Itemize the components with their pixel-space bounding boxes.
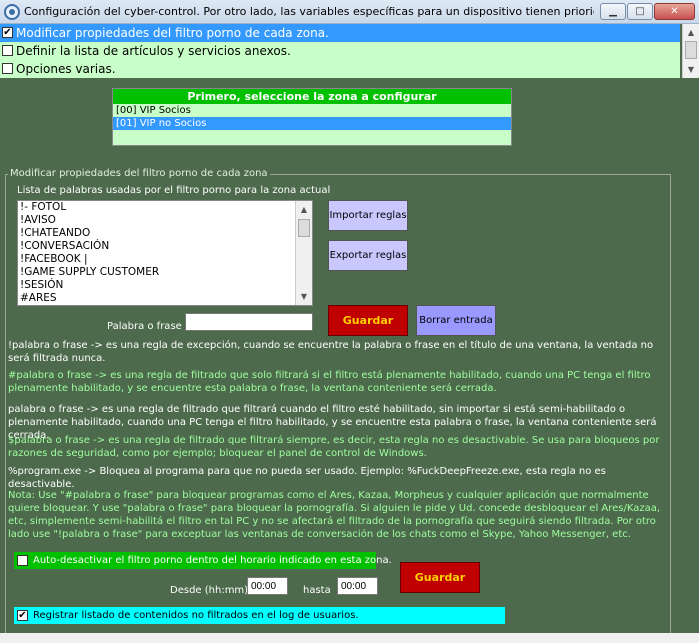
scroll-down-icon[interactable]: ▼ <box>683 61 699 78</box>
rule-always-filter: $palabra o frase -> es una regla de filt… <box>8 435 660 459</box>
scroll-down-icon[interactable]: ▼ <box>296 288 312 305</box>
save-rule-button[interactable]: Guardar <box>328 305 408 336</box>
from-time-input[interactable] <box>247 577 288 595</box>
rule-full-filter: #palabra o frase -> es una regla de filt… <box>8 370 651 394</box>
zone-item[interactable]: [00] VIP Socios <box>113 104 511 117</box>
list-item[interactable]: !CHATEANDO <box>18 227 312 240</box>
option-label: Opciones varias. <box>16 62 116 76</box>
word-list-label: Lista de palabras usadas por el filtro p… <box>17 185 331 196</box>
option-articles-checkbox[interactable] <box>2 45 13 56</box>
list-item[interactable]: !CONVERSACIÓN <box>18 240 312 253</box>
minimize-button[interactable]: ▁ <box>600 3 626 20</box>
to-label: hasta <box>303 585 331 596</box>
phrase-input[interactable] <box>185 313 313 331</box>
option-label: Definir la lista de artículos y servicio… <box>16 44 291 58</box>
log-option[interactable]: ✔ Registrar listado de contenidos no fil… <box>14 607 505 624</box>
group-legend: Modificar propiedades del filtro porno d… <box>8 168 270 179</box>
app-icon <box>4 4 20 20</box>
phrase-label: Palabra o frase <box>107 321 182 332</box>
auto-disable-checkbox[interactable] <box>17 555 28 566</box>
list-item[interactable]: !AVISO <box>18 214 312 227</box>
close-button[interactable]: ✕ <box>654 3 695 20</box>
list-item[interactable]: !FACEBOOK | <box>18 253 312 266</box>
maximize-button[interactable]: □ <box>627 3 653 20</box>
rule-exception: !palabra o frase -> es una regla de exce… <box>8 340 654 364</box>
zone-selector: Primero, seleccione la zona a configurar… <box>112 88 512 146</box>
save-schedule-button[interactable]: Guardar <box>400 562 480 593</box>
from-label: Desde (hh:mm) <box>170 585 249 596</box>
log-checkbox[interactable]: ✔ <box>17 610 28 621</box>
auto-disable-label: Auto-desactivar el filtro porno dentro d… <box>33 555 392 566</box>
options-scrollbar[interactable]: ▲ ▼ <box>682 24 699 78</box>
scroll-thumb[interactable] <box>298 219 310 237</box>
option-filter-checkbox[interactable]: ✔ <box>2 27 13 38</box>
list-item[interactable]: !- FOTOL <box>18 201 312 214</box>
list-item[interactable]: !GAME SUPPLY CUSTOMER <box>18 266 312 279</box>
word-list-scrollbar[interactable]: ▲ ▼ <box>295 201 312 305</box>
list-item[interactable]: !SESIÓN <box>18 279 312 292</box>
option-filter-properties[interactable]: ✔ Modificar propiedades del filtro porno… <box>0 24 680 42</box>
window-bottom-edge <box>0 633 699 643</box>
zone-header: Primero, seleccione la zona a configurar <box>113 89 511 104</box>
option-misc[interactable]: Opciones varias. <box>0 60 680 78</box>
delete-entry-button[interactable]: Borrar entrada <box>416 305 496 336</box>
options-list: ✔ Modificar propiedades del filtro porno… <box>0 24 680 78</box>
option-label: Modificar propiedades del filtro porno d… <box>16 26 329 40</box>
to-time-input[interactable] <box>337 577 378 595</box>
word-list[interactable]: !- FOTOL !AVISO !CHATEANDO !CONVERSACIÓN… <box>17 200 313 306</box>
scroll-up-icon[interactable]: ▲ <box>296 201 312 218</box>
window-title: Configuración del cyber-control. Por otr… <box>24 5 594 18</box>
zone-item-selected[interactable]: [01] VIP no Socios <box>113 117 511 130</box>
auto-disable-option[interactable]: Auto-desactivar el filtro porno dentro d… <box>14 552 392 569</box>
export-rules-button[interactable]: Exportar reglas <box>328 240 408 271</box>
usage-note: Nota: Use "#palabra o frase" para bloque… <box>8 490 661 540</box>
log-label: Registrar listado de contenidos no filtr… <box>33 610 359 621</box>
import-rules-button[interactable]: Importar reglas <box>328 200 408 231</box>
list-item[interactable]: #ARES <box>18 292 312 305</box>
title-bar: Configuración del cyber-control. Por otr… <box>0 0 699 24</box>
rule-block-program: %program.exe -> Bloquea al programa para… <box>8 466 606 490</box>
option-misc-checkbox[interactable] <box>2 63 13 74</box>
option-articles-list[interactable]: Definir la lista de artículos y servicio… <box>0 42 680 60</box>
scroll-up-icon[interactable]: ▲ <box>683 24 699 41</box>
scroll-thumb[interactable] <box>685 41 697 59</box>
